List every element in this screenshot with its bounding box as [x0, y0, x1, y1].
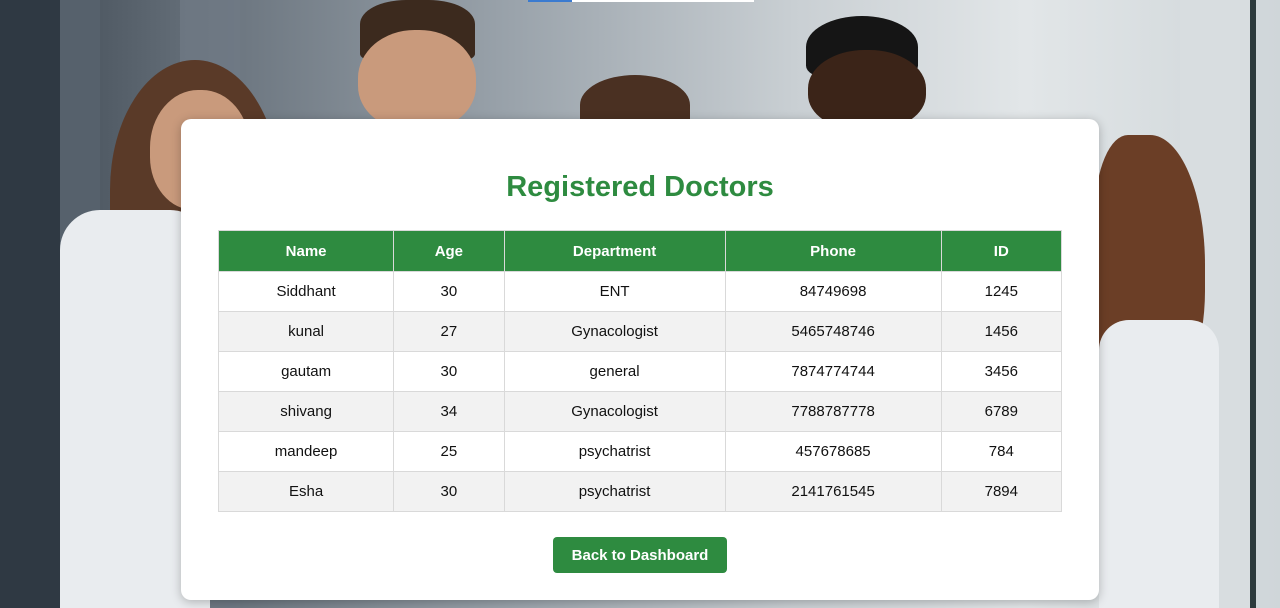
cell-age: 27 — [393, 311, 505, 352]
cell-department: Gynacologist — [503, 391, 726, 432]
table-header-row: Name Age Department Phone ID — [217, 230, 1063, 272]
cell-id: 6789 — [940, 391, 1063, 432]
table-row: Esha 30 psychatrist 2141761545 7894 — [217, 471, 1063, 512]
doctors-table: Name Age Department Phone ID Siddhant 30… — [217, 230, 1063, 512]
table-row: kunal 27 Gynacologist 5465748746 1456 — [217, 311, 1063, 352]
cell-age: 34 — [393, 391, 505, 432]
corridor-frame-right — [1250, 0, 1256, 608]
table-row: Siddhant 30 ENT 84749698 1245 — [217, 271, 1063, 312]
person-two-face — [358, 30, 476, 130]
cell-name: mandeep — [217, 431, 395, 472]
cell-id: 784 — [940, 431, 1063, 472]
cell-department: psychatrist — [503, 431, 726, 472]
column-header-department: Department — [503, 230, 726, 272]
person-right-coat — [1099, 320, 1219, 608]
cell-phone: 84749698 — [724, 271, 942, 312]
cell-id: 3456 — [940, 351, 1063, 392]
cell-name: Siddhant — [217, 271, 395, 312]
cell-age: 30 — [393, 351, 505, 392]
cell-age: 30 — [393, 471, 505, 512]
column-header-phone: Phone — [724, 230, 942, 272]
cell-department: psychatrist — [503, 471, 726, 512]
cell-department: general — [503, 351, 726, 392]
cell-age: 30 — [393, 271, 505, 312]
cell-phone: 7874774744 — [724, 351, 942, 392]
table-row: gautam 30 general 7874774744 3456 — [217, 351, 1063, 392]
cell-id: 1456 — [940, 311, 1063, 352]
cell-name: gautam — [217, 351, 395, 392]
doctors-card: Registered Doctors Name Age Department P… — [181, 119, 1099, 600]
page-title: Registered Doctors — [506, 171, 774, 203]
person-four-face — [808, 50, 926, 130]
cell-department: Gynacologist — [503, 311, 726, 352]
cell-phone: 5465748746 — [724, 311, 942, 352]
cell-age: 25 — [393, 431, 505, 472]
cell-id: 1245 — [940, 271, 1063, 312]
cell-name: shivang — [217, 391, 395, 432]
corridor-wall-left — [0, 0, 60, 608]
column-header-name: Name — [217, 230, 395, 272]
table-row: mandeep 25 psychatrist 457678685 784 — [217, 431, 1063, 472]
cell-department: ENT — [503, 271, 726, 312]
cell-id: 7894 — [940, 471, 1063, 512]
column-header-age: Age — [393, 230, 505, 272]
cell-phone: 7788787778 — [724, 391, 942, 432]
cell-phone: 457678685 — [724, 431, 942, 472]
back-to-dashboard-button[interactable]: Back to Dashboard — [553, 537, 727, 573]
cell-name: Esha — [217, 471, 395, 512]
column-header-id: ID — [940, 230, 1063, 272]
table-row: shivang 34 Gynacologist 7788787778 6789 — [217, 391, 1063, 432]
cell-phone: 2141761545 — [724, 471, 942, 512]
cell-name: kunal — [217, 311, 395, 352]
top-strip-accent — [528, 0, 572, 2]
